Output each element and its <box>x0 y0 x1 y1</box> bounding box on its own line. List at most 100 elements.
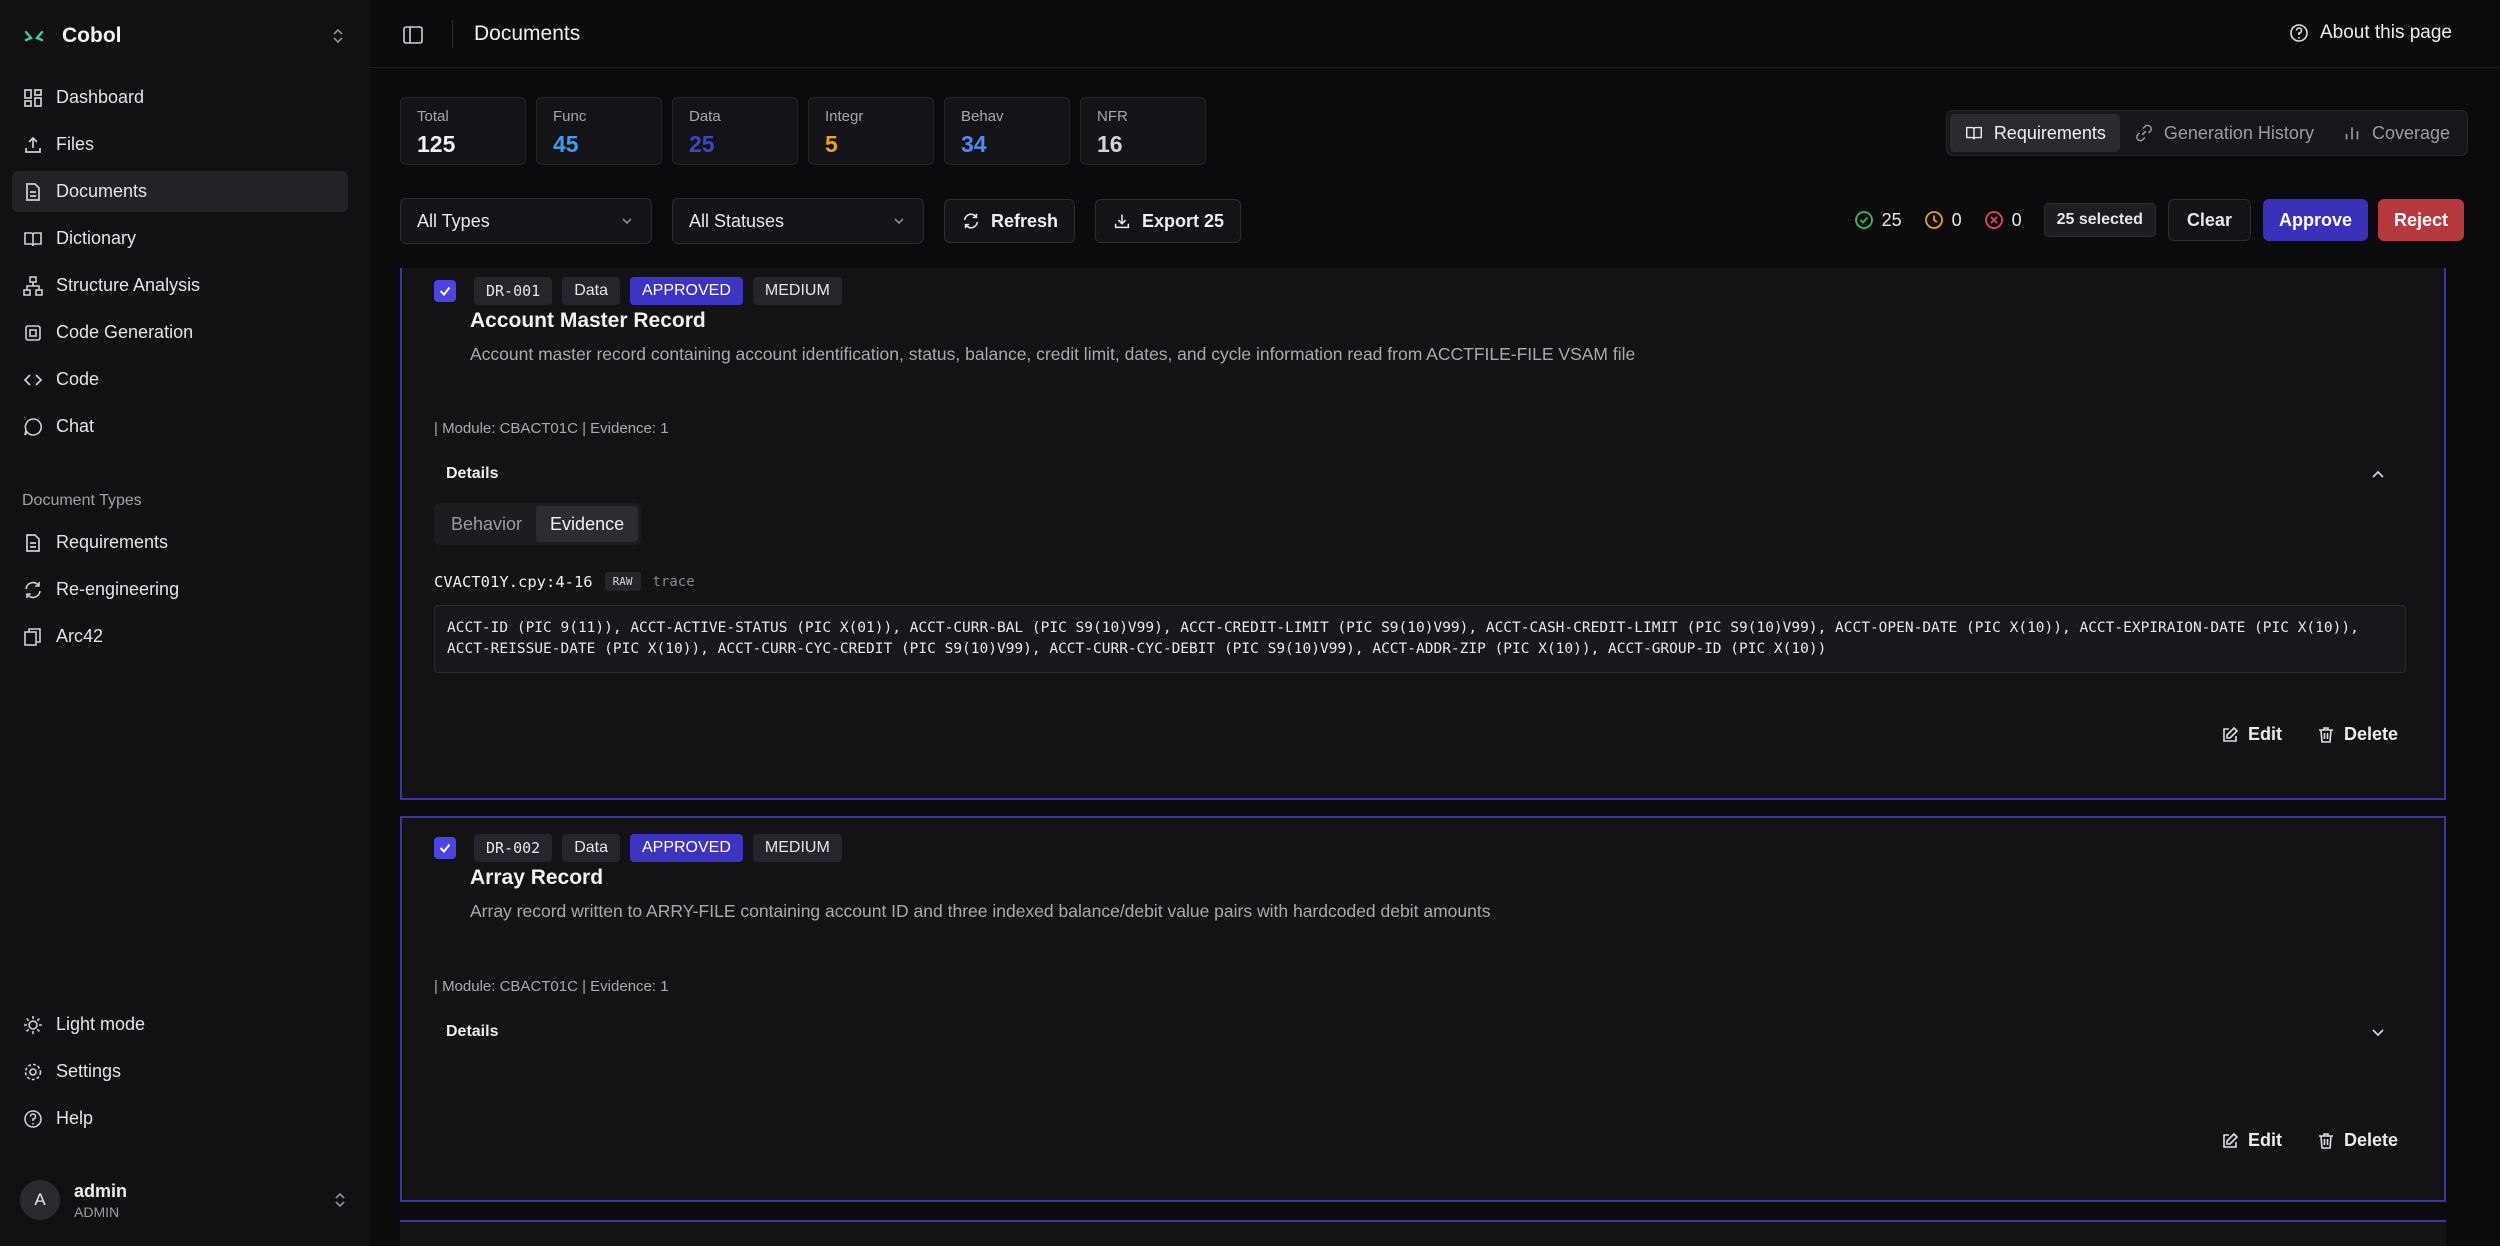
tab-generation-history[interactable]: Generation History <box>2120 114 2328 152</box>
rejected-count-value: 0 <box>2011 209 2022 230</box>
sidebar-item-re-engineering[interactable]: Re-engineering <box>12 569 348 610</box>
book-icon <box>24 231 42 246</box>
stat-value: 25 <box>689 131 715 157</box>
sidebar-item-dictionary[interactable]: Dictionary <box>12 218 348 259</box>
details-toggle[interactable]: Details <box>446 465 498 483</box>
stat-value: 125 <box>417 131 456 157</box>
sidebar-item-dashboard[interactable]: Dashboard <box>12 77 348 118</box>
refresh-icon <box>25 581 41 598</box>
tab-requirements[interactable]: Requirements <box>1949 114 2120 152</box>
filter-bar: All Types All Statuses Refresh Export 25 <box>400 198 1261 244</box>
stat-integr: Integr 5 <box>808 97 934 165</box>
delete-label: Delete <box>2343 724 2398 744</box>
sidebar-item-structure-analysis[interactable]: Structure Analysis <box>12 265 348 306</box>
upload-icon <box>25 136 41 153</box>
type-select-value: All Types <box>417 210 490 231</box>
requirement-card: DR-002 Data APPROVED MEDIUM Array Record… <box>400 816 2446 1202</box>
requirement-id: DR-001 <box>474 277 553 305</box>
delete-button[interactable]: Delete <box>2316 1130 2398 1151</box>
delete-label: Delete <box>2343 1130 2398 1150</box>
user-menu[interactable]: A admin ADMIN <box>20 1176 350 1224</box>
edit-button[interactable]: Edit <box>2220 724 2282 745</box>
sidebar-item-label: Light mode <box>56 1014 146 1034</box>
sidebar-item-label: Structure Analysis <box>56 275 201 295</box>
chevron-up-icon[interactable] <box>2368 464 2388 484</box>
card-actions: Edit Delete <box>2186 724 2398 745</box>
about-page-button[interactable]: About this page <box>2288 22 2452 44</box>
select-checkbox[interactable] <box>434 837 456 859</box>
status-select[interactable]: All Statuses <box>672 198 924 244</box>
export-button[interactable]: Export 25 <box>1095 199 1242 243</box>
bar-chart-icon <box>2345 127 2359 140</box>
details-toggle[interactable]: Details <box>446 1023 498 1041</box>
stat-label: Data <box>689 108 721 125</box>
stat-behav: Behav 34 <box>944 97 1070 165</box>
chevron-up-down-icon <box>335 1192 345 1208</box>
evidence-file: CVACT01Y.cpy:4-16 <box>434 572 593 591</box>
about-label: About this page <box>2319 22 2452 43</box>
dashboard-icon <box>24 88 42 107</box>
edit-button[interactable]: Edit <box>2220 1130 2282 1151</box>
sidebar-item-documents[interactable]: Documents <box>12 171 348 212</box>
clock-icon <box>1924 211 1943 229</box>
card-meta: | Module: CBACT01C | Evidence: 1 <box>434 978 669 995</box>
sidebar-item-label: Code Generation <box>56 322 194 342</box>
document-icon <box>26 533 40 552</box>
pending-count-value: 0 <box>1951 209 1962 230</box>
stat-label: Total <box>417 108 449 125</box>
type-badge: Data <box>562 834 620 862</box>
delete-button[interactable]: Delete <box>2316 724 2398 745</box>
stat-nfr: NFR 16 <box>1080 97 1206 165</box>
card-header: DR-002 Data APPROVED MEDIUM <box>434 834 852 862</box>
sidebar-item-code[interactable]: Code <box>12 359 348 400</box>
link-icon <box>2135 124 2152 142</box>
sidebar-item-code-generation[interactable]: Code Generation <box>12 312 348 353</box>
approved-count: 25 <box>1854 210 1902 231</box>
help-icon <box>2290 24 2308 42</box>
sidebar-toggle-icon[interactable] <box>402 24 424 46</box>
card-description: Array record written to ARRY-FILE contai… <box>470 901 1491 921</box>
view-tabs: Requirements Generation History Coverage <box>1945 110 2468 156</box>
sidebar-item-requirements[interactable]: Requirements <box>12 522 348 563</box>
stat-label: Integr <box>825 108 864 125</box>
requirements-list: DR-001 Data APPROVED MEDIUM Account Mast… <box>400 268 2446 1246</box>
detail-tabs: Behavior Evidence <box>434 503 642 545</box>
type-select[interactable]: All Types <box>400 198 652 244</box>
stat-value: 45 <box>553 131 579 157</box>
evidence-code: ACCT-ID (PIC 9(11)), ACCT-ACTIVE-STATUS … <box>434 605 2406 673</box>
user-name: admin <box>74 1180 128 1201</box>
sidebar-item-arc42[interactable]: Arc42 <box>12 616 348 657</box>
sidebar-item-settings[interactable]: Settings <box>12 1051 348 1092</box>
sidebar-item-label: Documents <box>56 181 148 201</box>
reject-button[interactable]: Reject <box>2377 199 2464 241</box>
tab-evidence[interactable]: Evidence <box>536 506 639 542</box>
tab-behavior[interactable]: Behavior <box>437 506 536 542</box>
stat-label: Behav <box>961 108 1004 125</box>
workspace-switcher[interactable]: Cobol <box>22 20 348 52</box>
chevron-down-icon[interactable] <box>2368 1022 2388 1042</box>
download-icon <box>1114 214 1130 229</box>
light-mode-toggle[interactable]: Light mode <box>12 1004 348 1045</box>
sidebar-item-chat[interactable]: Chat <box>12 406 348 447</box>
refresh-button[interactable]: Refresh <box>944 199 1076 243</box>
stat-label: NFR <box>1097 108 1128 125</box>
card-meta: | Module: CBACT01C | Evidence: 1 <box>434 420 669 437</box>
topbar: Documents About this page <box>370 0 2500 68</box>
sidebar-item-files[interactable]: Files <box>12 124 348 165</box>
sidebar: Cobol Dashboard Files Documents Dictiona… <box>0 0 370 1246</box>
raw-badge: RAW <box>604 572 641 591</box>
stat-value: 16 <box>1097 131 1123 157</box>
pending-count: 0 <box>1924 210 1962 231</box>
trash-icon <box>2318 726 2333 743</box>
sidebar-item-label: Re-engineering <box>56 579 180 599</box>
clear-button[interactable]: Clear <box>2167 199 2251 241</box>
card-actions: Edit Delete <box>2186 1130 2398 1151</box>
tab-coverage[interactable]: Coverage <box>2328 114 2464 152</box>
approve-button[interactable]: Approve <box>2262 199 2368 241</box>
sidebar-item-help[interactable]: Help <box>12 1098 348 1139</box>
rejected-count: 0 <box>1984 210 2022 231</box>
stat-value: 34 <box>961 131 987 157</box>
select-checkbox[interactable] <box>434 280 456 302</box>
status-select-value: All Statuses <box>689 210 785 231</box>
selected-badge: 25 selected <box>2043 203 2156 237</box>
